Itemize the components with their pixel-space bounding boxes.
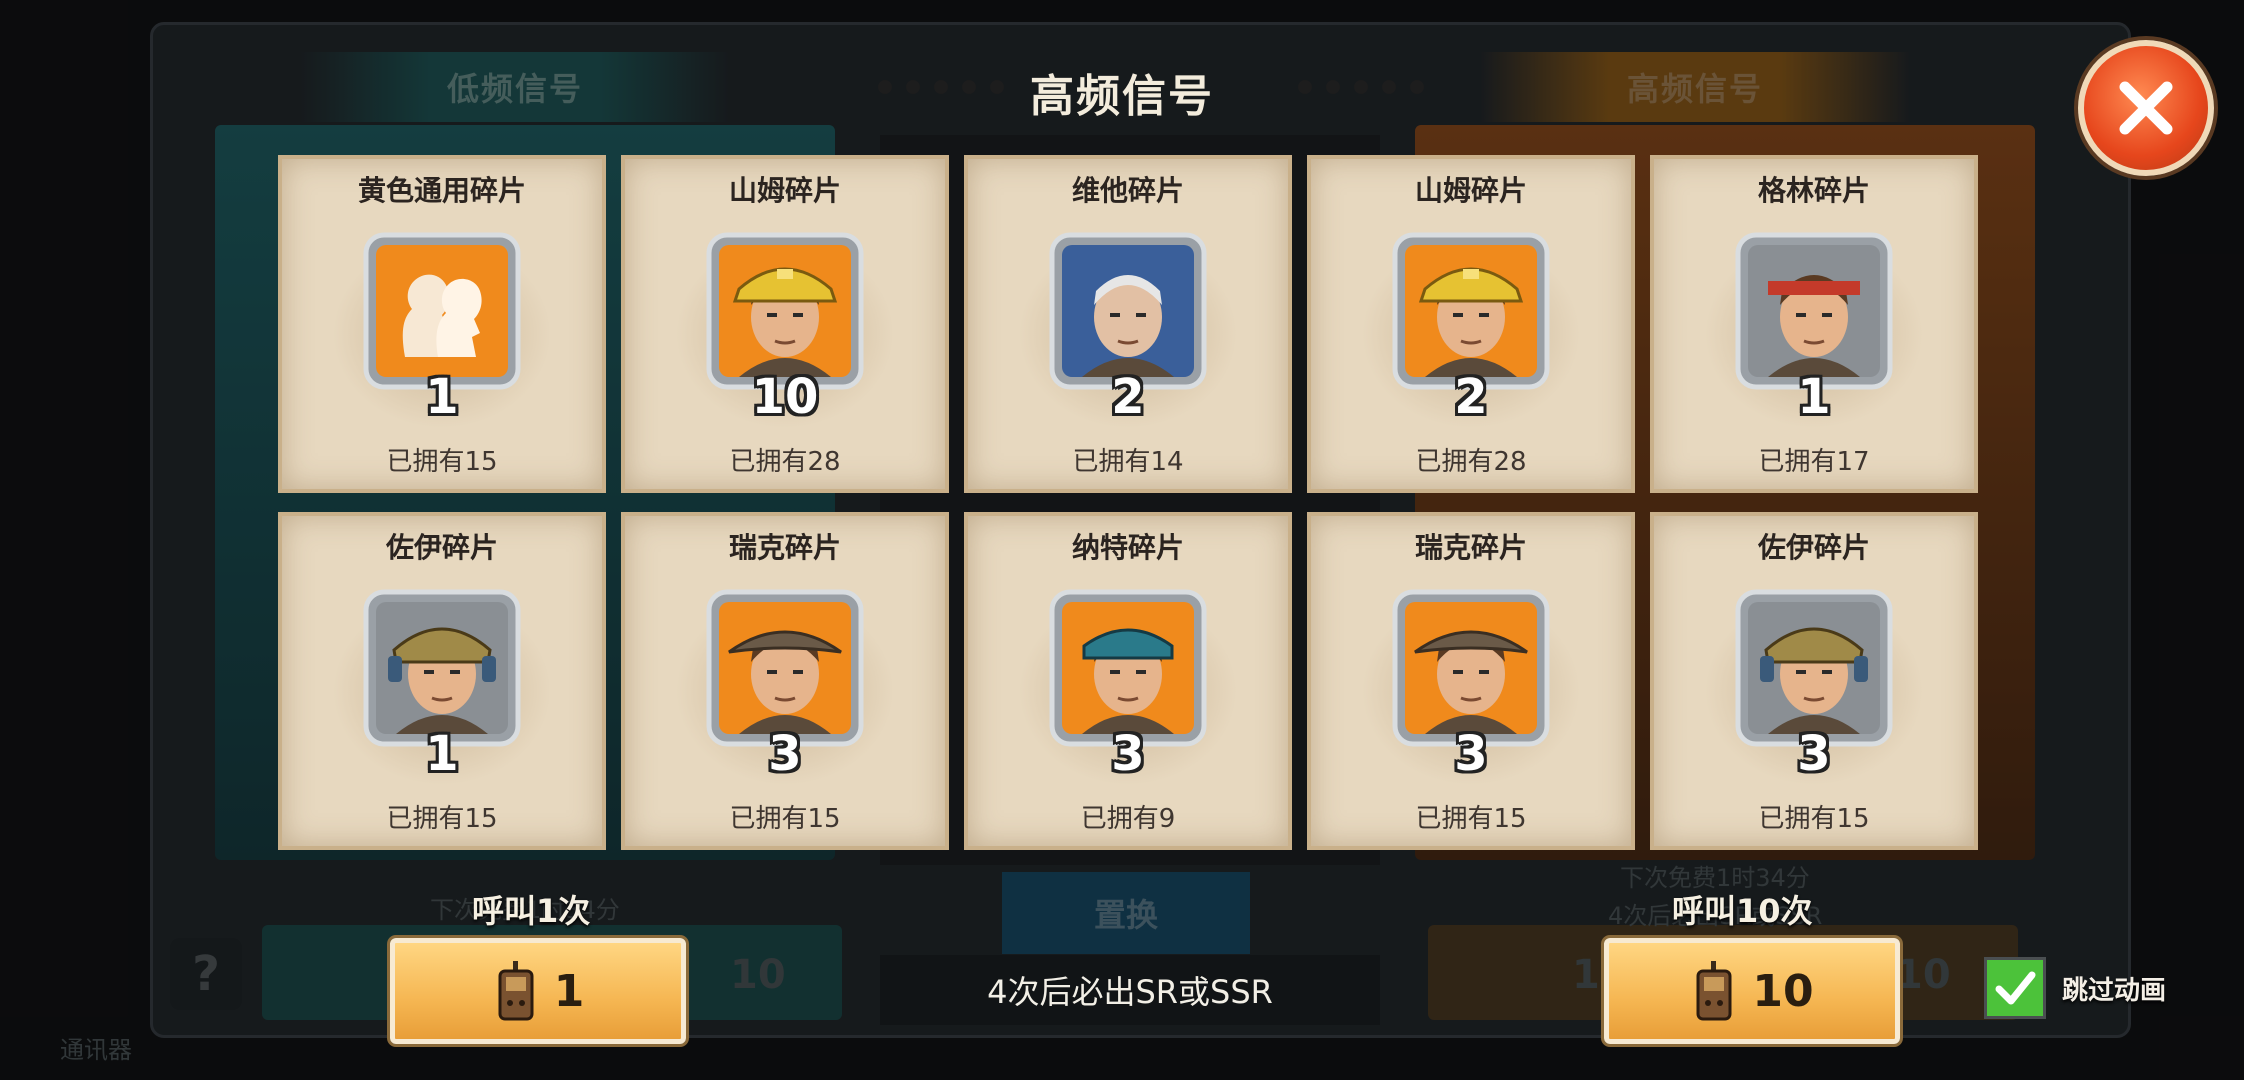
checkmark-icon xyxy=(1987,960,2043,1016)
card-name: 纳特碎片 xyxy=(1071,531,1184,564)
card-quantity: 2 xyxy=(1111,369,1145,425)
reward-card[interactable]: 维他碎片 2 已拥有14 xyxy=(964,155,1292,493)
card-quantity: 1 xyxy=(1797,369,1831,425)
reward-card[interactable]: 佐伊碎片 1 已拥有15 xyxy=(278,512,606,850)
skip-animation-checkbox[interactable] xyxy=(1984,957,2046,1019)
radio-icon xyxy=(1696,961,1732,1021)
card-owned-count: 已拥有15 xyxy=(386,447,498,477)
card-owned-count: 已拥有14 xyxy=(1072,447,1184,477)
reward-card[interactable]: 纳特碎片 3 已拥有9 xyxy=(964,512,1292,850)
card-quantity: 3 xyxy=(1454,726,1488,782)
reward-card[interactable]: 山姆碎片 10 已拥有28 xyxy=(621,155,949,493)
card-name: 黄色通用碎片 xyxy=(357,174,526,207)
card-name: 瑞克碎片 xyxy=(1414,531,1527,564)
card-owned-count: 已拥有15 xyxy=(1415,804,1527,834)
radio-icon xyxy=(498,961,534,1021)
reward-card[interactable]: 山姆碎片 2 已拥有28 xyxy=(1307,155,1635,493)
card-quantity: 3 xyxy=(1797,726,1831,782)
card-name: 佐伊碎片 xyxy=(1757,531,1870,564)
modal-title: 高频信号 xyxy=(1030,71,1214,122)
card-owned-count: 已拥有15 xyxy=(1758,804,1870,834)
guarantee-text: 4次后必出SR或SSR xyxy=(880,955,1380,1025)
title-decoration-right xyxy=(1298,80,1424,94)
card-quantity: 3 xyxy=(1111,726,1145,782)
card-owned-count: 已拥有15 xyxy=(729,804,841,834)
call-ten-button[interactable]: 10 xyxy=(1604,938,1900,1044)
card-name: 佐伊碎片 xyxy=(385,531,498,564)
card-name: 维他碎片 xyxy=(1071,174,1184,207)
reward-card[interactable]: 佐伊碎片 3 已拥有15 xyxy=(1650,512,1978,850)
card-name: 山姆碎片 xyxy=(1414,174,1527,207)
skip-animation-toggle[interactable]: 跳过动画 xyxy=(1984,957,2166,1019)
call-once-label: 呼叫1次 xyxy=(472,892,591,930)
card-owned-count: 已拥有28 xyxy=(1415,447,1527,477)
card-owned-count: 已拥有28 xyxy=(729,447,841,477)
card-name: 山姆碎片 xyxy=(728,174,841,207)
card-owned-count: 已拥有15 xyxy=(386,804,498,834)
close-button[interactable] xyxy=(2078,40,2214,176)
reward-card[interactable]: 黄色通用碎片 1 已拥有15 xyxy=(278,155,606,493)
close-icon xyxy=(2119,81,2173,135)
card-quantity: 2 xyxy=(1454,369,1488,425)
call-ten-cost: 10 xyxy=(1752,965,1814,1017)
call-ten-label: 呼叫10次 xyxy=(1672,892,1813,930)
card-quantity: 10 xyxy=(751,369,819,425)
call-once-button[interactable]: 1 xyxy=(390,938,686,1044)
card-owned-count: 已拥有17 xyxy=(1758,447,1870,477)
card-quantity: 1 xyxy=(425,369,459,425)
reward-card[interactable]: 格林碎片 1 已拥有17 xyxy=(1650,155,1978,493)
card-quantity: 1 xyxy=(425,726,459,782)
reward-card[interactable]: 瑞克碎片 3 已拥有15 xyxy=(621,512,949,850)
skip-animation-label: 跳过动画 xyxy=(2062,975,2167,1006)
call-once-cost: 1 xyxy=(553,965,585,1017)
card-name: 格林碎片 xyxy=(1757,174,1870,207)
reward-card[interactable]: 瑞克碎片 3 已拥有15 xyxy=(1307,512,1635,850)
card-owned-count: 已拥有9 xyxy=(1080,804,1176,834)
card-name: 瑞克碎片 xyxy=(728,531,841,564)
card-quantity: 3 xyxy=(768,726,802,782)
